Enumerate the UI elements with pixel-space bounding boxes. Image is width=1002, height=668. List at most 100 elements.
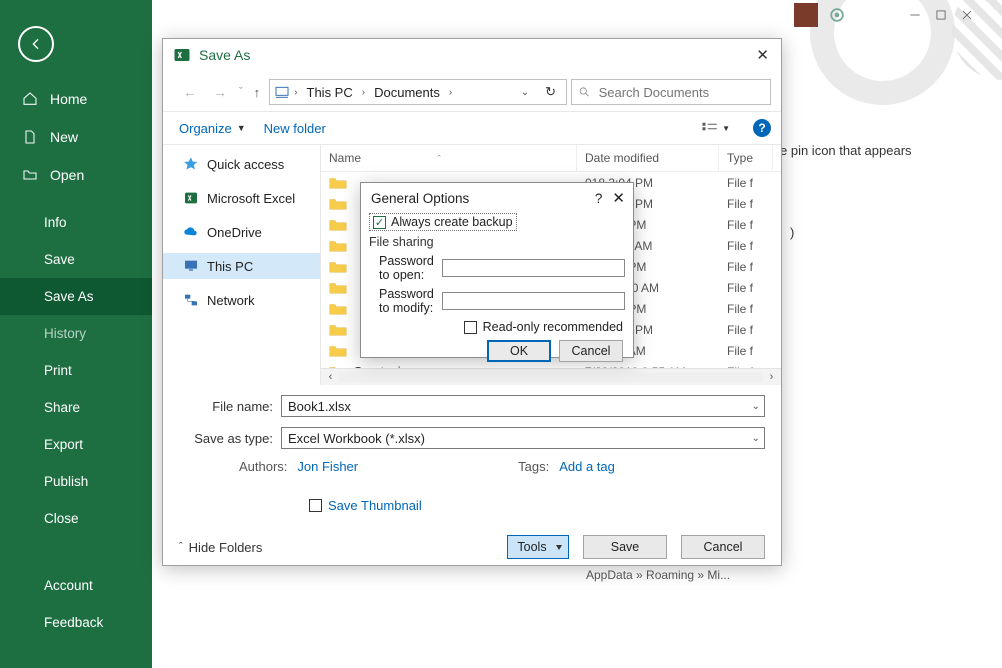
checkbox-icon[interactable] xyxy=(464,321,477,334)
file-name-label: File name: xyxy=(179,399,273,414)
always-backup-checkbox[interactable]: ✓ Always create backup xyxy=(369,213,517,231)
dropdown-icon[interactable]: ⌄ xyxy=(752,433,760,444)
ok-button[interactable]: OK xyxy=(487,340,551,362)
file-name-input[interactable]: Book1.xlsx⌄ xyxy=(281,395,765,417)
nav-open[interactable]: Open xyxy=(0,156,152,194)
nav-feedback[interactable]: Feedback xyxy=(0,604,152,641)
dialog-close-icon[interactable]: ✕ xyxy=(756,46,769,64)
modal-help-icon[interactable]: ? xyxy=(595,191,603,206)
h-scrollbar[interactable]: ‹ › xyxy=(321,368,781,385)
dialog-titlebar: Save As ✕ xyxy=(163,39,781,71)
view-icon xyxy=(701,121,719,135)
folder-icon xyxy=(329,281,347,295)
nav-recent-dropdown[interactable]: ˇ xyxy=(237,86,245,98)
col-type[interactable]: Type xyxy=(719,145,773,171)
place-network[interactable]: Network xyxy=(163,287,320,313)
search-input[interactable] xyxy=(571,79,771,105)
tools-button[interactable]: Tools xyxy=(507,535,569,559)
readonly-checkbox[interactable]: Read-only recommended xyxy=(369,320,625,334)
folder-icon xyxy=(329,260,347,274)
crumb-sep-icon[interactable]: › xyxy=(362,87,365,98)
crumb-sep-icon[interactable]: › xyxy=(449,87,452,98)
dropdown-icon[interactable]: ⌄ xyxy=(752,401,760,412)
hide-folders-button[interactable]: ˆ Hide Folders xyxy=(179,540,262,555)
authors-value[interactable]: Jon Fisher xyxy=(297,459,358,474)
app-chrome xyxy=(794,3,974,27)
scroll-left-icon[interactable]: ‹ xyxy=(322,371,339,383)
dialog-title: Save As xyxy=(199,47,250,63)
check-icon: ✓ xyxy=(373,216,386,229)
pw-open-input[interactable] xyxy=(442,259,625,277)
crumb[interactable]: Documents xyxy=(369,83,445,102)
organize-button[interactable]: Organize ▼ xyxy=(179,121,246,136)
places-pane: Quick access Microsoft Excel OneDrive Th… xyxy=(163,145,321,385)
nav-history[interactable]: History xyxy=(0,315,152,352)
crumb-sep-icon[interactable]: › xyxy=(294,87,297,98)
monitor-icon xyxy=(183,258,199,274)
general-options-dialog: General Options ? ✕ ✓ Always create back… xyxy=(360,182,634,358)
cancel-button[interactable]: Cancel xyxy=(681,535,765,559)
view-button[interactable]: ▼ xyxy=(696,118,735,138)
hint-text: e pin icon that appears xyxy=(780,143,912,158)
nav-share[interactable]: Share xyxy=(0,389,152,426)
dialog-bottom: ˆ Hide Folders Tools Save Cancel xyxy=(163,527,781,573)
close-icon[interactable] xyxy=(960,8,974,22)
folder-icon xyxy=(329,239,347,253)
explorer-toolbar: Organize ▼ New folder ▼ ? xyxy=(163,111,781,144)
nav-back-icon[interactable]: ← xyxy=(177,82,203,102)
excel-icon xyxy=(183,190,199,206)
nav-print[interactable]: Print xyxy=(0,352,152,389)
pc-icon xyxy=(274,84,290,100)
nav-export[interactable]: Export xyxy=(0,426,152,463)
nav-home[interactable]: Home xyxy=(0,80,152,118)
col-name[interactable]: Name ˆ xyxy=(321,145,577,171)
nav-label: New xyxy=(50,129,78,145)
authors-label: Authors: xyxy=(239,459,287,474)
checkbox-icon[interactable] xyxy=(309,499,322,512)
save-thumbnail-row[interactable]: Save Thumbnail xyxy=(309,498,765,513)
nav-close[interactable]: Close xyxy=(0,500,152,537)
file-sharing-label: File sharing xyxy=(369,235,625,249)
back-button[interactable] xyxy=(18,26,54,62)
place-excel[interactable]: Microsoft Excel xyxy=(163,185,320,211)
chevron-up-icon: ˆ xyxy=(179,541,183,553)
nav-save-as[interactable]: Save As xyxy=(0,278,152,315)
minimize-icon[interactable] xyxy=(908,8,922,22)
modal-cancel-button[interactable]: Cancel xyxy=(559,340,623,362)
help-button[interactable]: ? xyxy=(753,119,771,137)
maximize-icon[interactable] xyxy=(934,8,948,22)
save-button[interactable]: Save xyxy=(583,535,667,559)
address-bar[interactable]: › This PC › Documents › ⌄ ↻ xyxy=(269,79,567,105)
modal-title: General Options xyxy=(371,191,469,206)
modal-titlebar: General Options ? ✕ xyxy=(361,183,633,213)
pw-open-label: Password to open: xyxy=(369,254,436,282)
nav-new[interactable]: New xyxy=(0,118,152,156)
modal-close-icon[interactable]: ✕ xyxy=(612,189,625,207)
tags-label: Tags: xyxy=(518,459,549,474)
shield-icon xyxy=(830,8,844,22)
tags-add-link[interactable]: Add a tag xyxy=(559,459,615,474)
nav-info[interactable]: Info xyxy=(0,204,152,241)
pw-modify-label: Password to modify: xyxy=(369,287,436,315)
crumb[interactable]: This PC xyxy=(302,83,358,102)
place-thispc[interactable]: This PC xyxy=(163,253,320,279)
pw-modify-input[interactable] xyxy=(442,292,625,310)
place-quick-access[interactable]: Quick access xyxy=(163,151,320,177)
nav-forward-icon[interactable]: → xyxy=(207,82,233,102)
nav-up-icon[interactable]: ↑ xyxy=(249,83,266,102)
place-onedrive[interactable]: OneDrive xyxy=(163,219,320,245)
avatar[interactable] xyxy=(794,3,818,27)
nav-save[interactable]: Save xyxy=(0,241,152,278)
folder-icon xyxy=(329,197,347,211)
address-dropdown-icon[interactable]: ⌄ xyxy=(515,87,535,98)
nav-account[interactable]: Account xyxy=(0,567,152,604)
new-folder-button[interactable]: New folder xyxy=(264,121,326,136)
excel-icon xyxy=(173,46,191,64)
col-date[interactable]: Date modified xyxy=(577,145,719,171)
save-type-select[interactable]: Excel Workbook (*.xlsx)⌄ xyxy=(281,427,765,449)
scroll-right-icon[interactable]: › xyxy=(763,371,780,383)
refresh-icon[interactable]: ↻ xyxy=(539,84,562,100)
folder-icon xyxy=(329,218,347,232)
nav-publish[interactable]: Publish xyxy=(0,463,152,500)
partial-text: ) xyxy=(790,225,794,240)
